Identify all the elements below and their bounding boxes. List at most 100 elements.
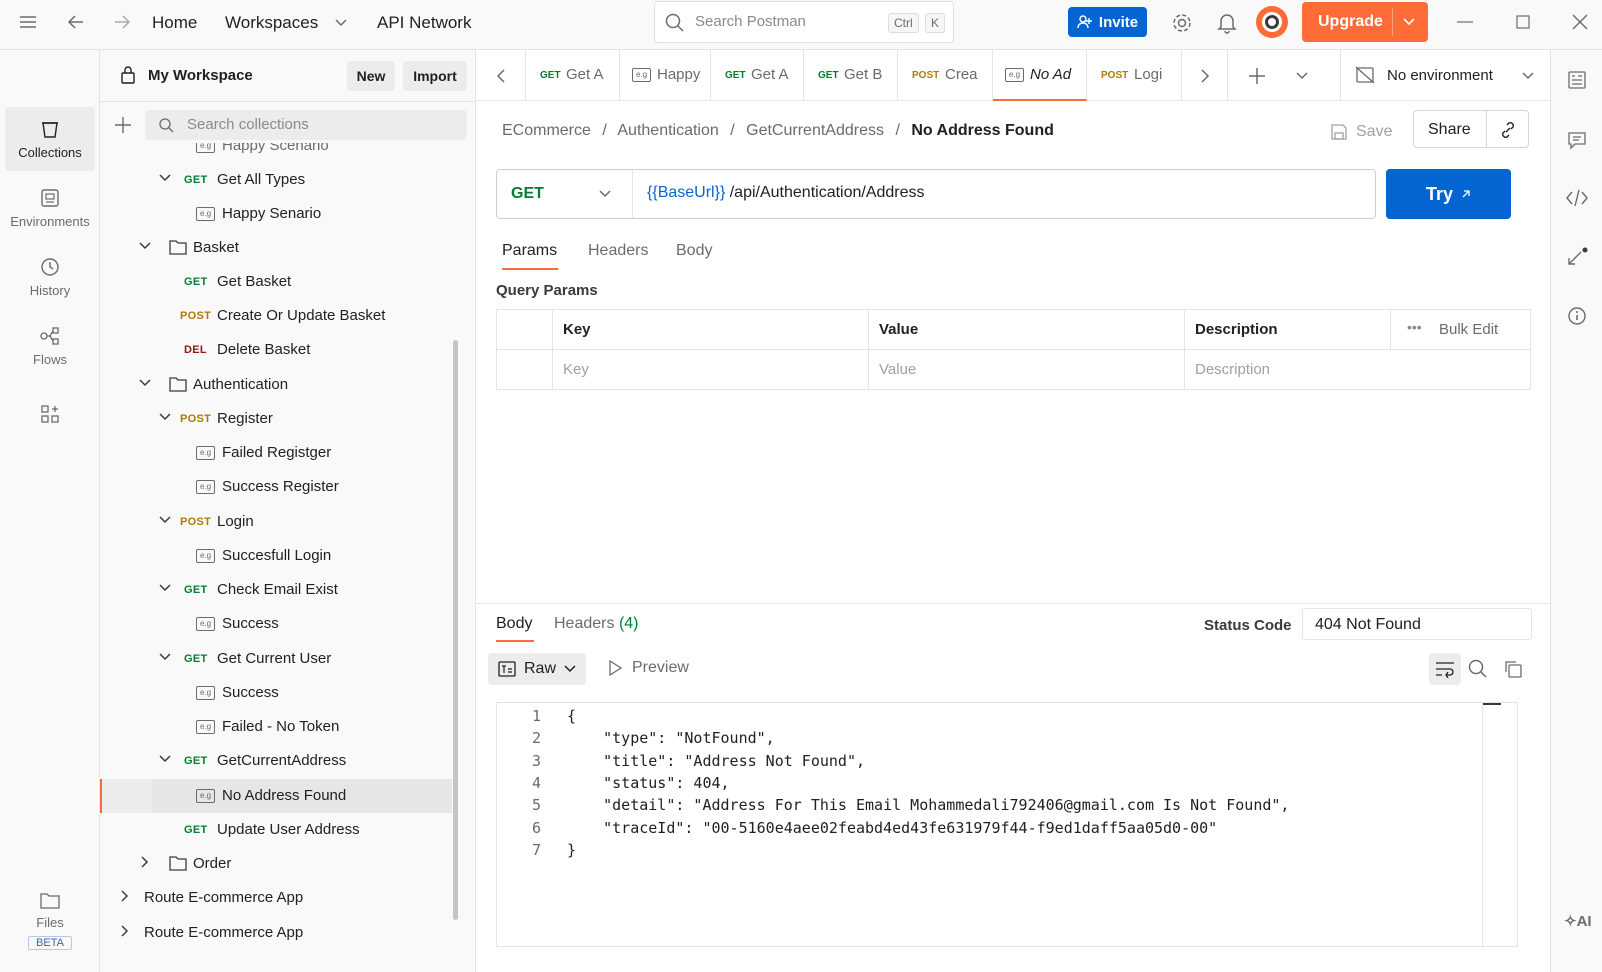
chevron-down-icon[interactable] bbox=[138, 239, 152, 253]
request-tab[interactable]: POST Crea bbox=[898, 50, 993, 101]
try-button[interactable]: Try bbox=[1386, 169, 1511, 219]
invite-button[interactable]: Invite bbox=[1068, 7, 1147, 37]
ai-assistant-icon[interactable]: ✧AI bbox=[1564, 912, 1592, 934]
response-tab-headers[interactable]: Headers (4) bbox=[554, 615, 639, 633]
new-tab-plus-icon[interactable] bbox=[1248, 67, 1266, 85]
request-tab[interactable]: GET Get B bbox=[804, 50, 898, 101]
comments-icon[interactable] bbox=[1567, 130, 1587, 150]
scroll-tabs-right[interactable] bbox=[1182, 50, 1228, 100]
base-url-variable[interactable]: {{BaseUrl}} bbox=[647, 184, 725, 201]
chevron-down-icon[interactable] bbox=[1403, 17, 1415, 27]
save-button[interactable]: Save bbox=[1330, 120, 1392, 144]
tab-body[interactable]: Body bbox=[676, 242, 712, 260]
list-item[interactable]: DEL Delete Basket bbox=[100, 333, 460, 367]
copy-link-icon[interactable] bbox=[1498, 120, 1518, 140]
url-input[interactable]: {{BaseUrl}} /api/Authentication/Address bbox=[647, 184, 925, 202]
list-item[interactable]: e.g Succesfull Login bbox=[100, 539, 460, 573]
description-input[interactable]: Description bbox=[1185, 350, 1530, 389]
request-tab[interactable]: GET Get A bbox=[526, 50, 620, 101]
chevron-down-icon[interactable] bbox=[138, 376, 152, 390]
editor-scrollbar-thumb[interactable] bbox=[1483, 703, 1501, 705]
notification-bell-icon[interactable] bbox=[1213, 9, 1241, 37]
settings-gear-icon[interactable] bbox=[1168, 9, 1196, 37]
chevron-down-icon[interactable] bbox=[158, 410, 172, 424]
chevron-right-icon[interactable] bbox=[118, 924, 132, 938]
rail-add-apps[interactable] bbox=[5, 382, 95, 446]
rail-flows[interactable]: Flows bbox=[5, 314, 95, 378]
scroll-tabs-left[interactable] bbox=[476, 50, 526, 100]
list-item[interactable]: e.g No Address Found bbox=[100, 779, 452, 813]
more-options-icon[interactable]: ••• bbox=[1407, 319, 1422, 335]
list-item[interactable]: GET GetCurrentAddress bbox=[100, 744, 460, 778]
list-item[interactable]: GET Get Current User bbox=[100, 642, 460, 676]
code-snippet-icon[interactable] bbox=[1565, 188, 1589, 208]
tab-params[interactable]: Params bbox=[502, 242, 557, 260]
rail-files[interactable]: Files BETA bbox=[5, 885, 95, 955]
share-button[interactable]: Share bbox=[1428, 121, 1471, 139]
chevron-down-icon[interactable] bbox=[158, 581, 172, 595]
list-item[interactable]: POST Register bbox=[100, 402, 460, 436]
avatar[interactable] bbox=[1256, 6, 1288, 38]
request-tab[interactable]: e.g Happy bbox=[620, 50, 711, 101]
list-item[interactable]: e.g Success bbox=[100, 607, 460, 641]
add-icon[interactable] bbox=[114, 116, 132, 134]
format-select[interactable]: Raw bbox=[488, 653, 586, 685]
request-tab[interactable]: e.g No Ad bbox=[993, 50, 1087, 101]
request-tab[interactable]: GET Get A bbox=[711, 50, 804, 101]
copy-icon[interactable] bbox=[1503, 659, 1523, 679]
new-button[interactable]: New bbox=[347, 61, 395, 91]
wrap-lines-button[interactable] bbox=[1429, 653, 1461, 685]
list-item[interactable]: POST Create Or Update Basket bbox=[100, 299, 460, 333]
list-item[interactable]: GET Get All Types bbox=[100, 163, 460, 197]
chevron-down-icon[interactable] bbox=[158, 650, 172, 664]
chevron-down-icon[interactable] bbox=[158, 171, 172, 185]
forward-arrow-icon[interactable] bbox=[108, 10, 136, 34]
preview-button[interactable]: Preview bbox=[608, 659, 689, 677]
search-collections-input[interactable]: Search collections bbox=[145, 110, 467, 140]
tree-folder[interactable]: Order bbox=[100, 847, 460, 881]
maximize-icon[interactable] bbox=[1508, 10, 1538, 34]
tree-collection[interactable]: Route E-commerce App bbox=[100, 916, 460, 950]
nav-api-network[interactable]: API Network bbox=[377, 13, 471, 33]
pane-divider[interactable] bbox=[476, 603, 1550, 604]
back-arrow-icon[interactable] bbox=[62, 10, 90, 34]
list-item[interactable]: e.g Success Register bbox=[100, 470, 460, 504]
list-item[interactable]: e.g Happy Scenario bbox=[100, 143, 460, 163]
value-input[interactable]: Value bbox=[869, 350, 1185, 389]
import-button[interactable]: Import bbox=[403, 61, 467, 91]
sidebar-scrollbar[interactable] bbox=[453, 340, 458, 920]
request-tab[interactable]: POST Logi bbox=[1087, 50, 1182, 101]
chevron-right-icon[interactable] bbox=[138, 855, 152, 869]
chevron-right-icon[interactable] bbox=[118, 889, 132, 903]
menu-icon[interactable] bbox=[14, 10, 42, 34]
tree-collection[interactable]: Route E-commerce App bbox=[100, 881, 460, 915]
upgrade-button[interactable]: Upgrade bbox=[1302, 2, 1428, 42]
list-item[interactable]: POST Login bbox=[100, 505, 460, 539]
info-icon[interactable] bbox=[1567, 306, 1587, 326]
list-item[interactable]: GET Update User Address bbox=[100, 813, 460, 847]
nav-workspaces[interactable]: Workspaces bbox=[225, 13, 318, 33]
search-icon[interactable] bbox=[1468, 659, 1488, 679]
key-input[interactable]: Key bbox=[553, 350, 869, 389]
environment-selector[interactable]: No environment bbox=[1340, 50, 1550, 100]
tab-headers[interactable]: Headers bbox=[588, 242, 648, 260]
breadcrumb-item[interactable]: Authentication bbox=[617, 122, 718, 139]
response-body-editor[interactable]: 1 {2 "type": "NotFound", 3 "title": "Addre… bbox=[496, 702, 1518, 947]
list-item[interactable]: e.g Failed Registger bbox=[100, 436, 460, 470]
global-search-input[interactable]: Search Postman Ctrl K bbox=[654, 1, 954, 43]
minimize-icon[interactable] bbox=[1450, 10, 1480, 34]
tree-folder[interactable]: Authentication bbox=[100, 368, 460, 402]
tabs-dropdown-chevron-icon[interactable] bbox=[1296, 71, 1308, 81]
tree-folder[interactable]: Basket bbox=[100, 231, 460, 265]
rail-collections[interactable]: Collections bbox=[5, 107, 95, 171]
related-collections-icon[interactable] bbox=[1565, 246, 1589, 268]
documentation-icon[interactable] bbox=[1567, 70, 1587, 90]
method-select[interactable]: GET bbox=[497, 170, 633, 218]
chevron-down-icon[interactable] bbox=[158, 513, 172, 527]
breadcrumb-item[interactable]: ECommerce bbox=[502, 122, 591, 139]
nav-home[interactable]: Home bbox=[152, 13, 197, 33]
chevron-down-icon[interactable] bbox=[158, 752, 172, 766]
rail-history[interactable]: History bbox=[5, 245, 95, 309]
list-item[interactable]: e.g Failed - No Token bbox=[100, 710, 460, 744]
close-icon[interactable] bbox=[1565, 10, 1595, 34]
